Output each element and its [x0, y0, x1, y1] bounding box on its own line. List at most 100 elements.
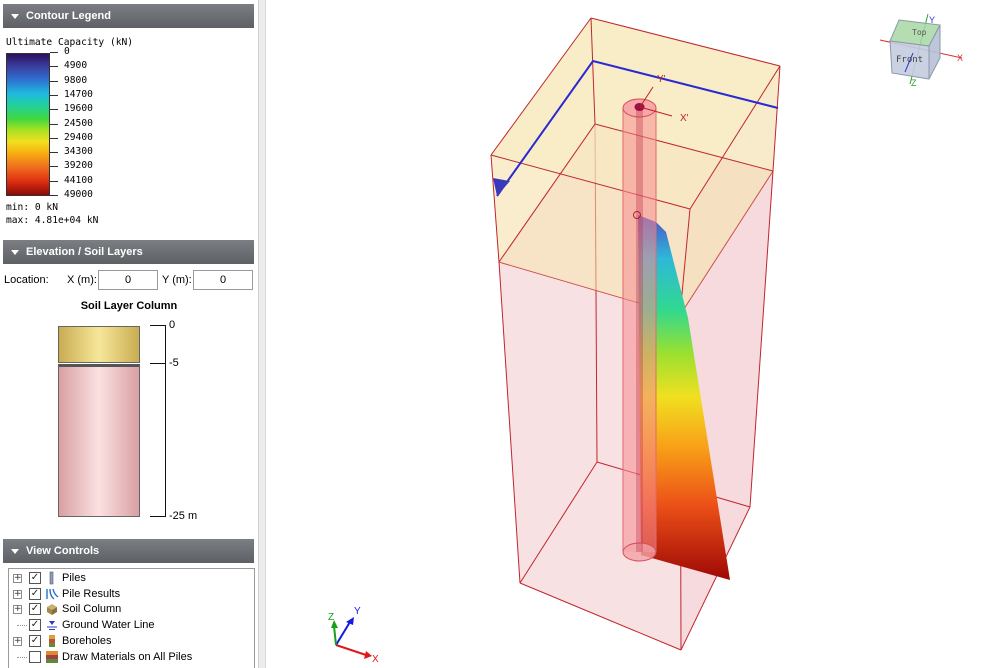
- pile[interactable]: [622, 98, 657, 562]
- panel-splitter[interactable]: [258, 0, 266, 668]
- soil-layer-column-title: Soil Layer Column: [80, 300, 178, 312]
- view-control-item[interactable]: + ✓ Pile Results: [9, 586, 254, 602]
- legend-tick-line: [50, 166, 58, 168]
- legend-ticks: 0 4900 9800 14700 19600 24500 29400 34300 39200 4…: [50, 46, 120, 200]
- legend-tick: 39200: [50, 160, 120, 173]
- legend-tick-line: [50, 137, 58, 139]
- legend-tick-label: 24500: [64, 117, 93, 129]
- legend-tick: 14700: [50, 88, 120, 102]
- view-cube[interactable]: Top Front X Y Z: [879, 13, 963, 88]
- soil-layer-2[interactable]: [58, 364, 140, 517]
- legend-tick-label: 39200: [64, 160, 93, 172]
- contour-legend-header[interactable]: Contour Legend: [3, 4, 254, 28]
- x-label: X (m):: [67, 274, 97, 286]
- legend-tick-line: [50, 80, 58, 82]
- view-control-item[interactable]: + ✓ Soil Column: [9, 601, 254, 617]
- view-control-item[interactable]: ✓ Ground Water Line: [9, 617, 254, 633]
- legend-tick-label: 19600: [64, 103, 93, 115]
- collapse-triangle-icon[interactable]: [11, 13, 19, 19]
- axis-triad: X Y Z: [328, 606, 379, 665]
- elevation-header-label: Elevation / Soil Layers: [26, 246, 143, 258]
- view-control-item[interactable]: + ✓ Piles: [9, 570, 254, 586]
- view-control-label: Piles: [62, 572, 86, 584]
- view-control-label: Boreholes: [62, 634, 112, 647]
- elevation-tick-label: -25 m: [169, 510, 198, 522]
- legend-tick: 4900: [50, 60, 120, 73]
- expand-plus-icon[interactable]: +: [13, 589, 22, 599]
- legend-tick: 44100: [50, 174, 120, 188]
- borehole-icon: [49, 634, 55, 647]
- tree-connector: [17, 625, 27, 627]
- legend-tick-label: 44100: [64, 174, 93, 186]
- left-panel: Contour Legend Ultimate Capacity (kN) 04…: [0, 0, 258, 668]
- legend-tick: 19600: [50, 103, 120, 116]
- collapse-triangle-icon[interactable]: [11, 548, 19, 554]
- legend-tick-label: 14700: [64, 88, 93, 100]
- collapse-triangle-icon[interactable]: [11, 249, 19, 255]
- elevation-tick: -25 m: [150, 510, 210, 523]
- elevation-header[interactable]: Elevation / Soil Layers: [3, 240, 254, 264]
- view-control-label: Draw Materials on All Piles: [62, 650, 193, 663]
- view-cube-front-label: Front: [896, 55, 923, 65]
- legend-tick-label: 4900: [64, 60, 88, 72]
- expand-plus-icon[interactable]: +: [13, 605, 22, 615]
- view-cube-top-label: Top: [912, 28, 927, 37]
- visibility-checkbox[interactable]: ✓: [29, 619, 41, 632]
- local-x-axis-label: X': [680, 113, 689, 124]
- expand-plus-icon[interactable]: +: [13, 636, 22, 646]
- model-view[interactable]: X' Y' X Y Z Top Front X Y Z: [266, 0, 1002, 668]
- legend-tick-label: 29400: [64, 131, 93, 143]
- pile-icon: [49, 571, 54, 585]
- triad-y-label: Y: [354, 606, 361, 617]
- y-input[interactable]: [193, 270, 253, 290]
- view-controls-tree: + ✓ Piles + ✓ Pile Results + ✓ Soil Column ✓ Groun…: [8, 568, 255, 668]
- legend-tick-line: [50, 52, 58, 53]
- legend-tick-label: 49000: [64, 189, 93, 200]
- contour-legend-header-label: Contour Legend: [26, 10, 111, 22]
- legend-min: min: 0 kN: [6, 202, 58, 213]
- expand-plus-icon[interactable]: +: [13, 574, 22, 583]
- visibility-checkbox[interactable]: ✓: [29, 587, 41, 600]
- y-label: Y (m):: [162, 274, 192, 286]
- tree-connector: [17, 656, 27, 658]
- visibility-checkbox[interactable]: ✓: [29, 603, 41, 616]
- legend-tick-label: 0: [64, 46, 70, 57]
- view-control-label: Soil Column: [62, 603, 122, 616]
- elevation-axis: 0 -5 -25 m: [150, 319, 210, 523]
- view-cube-x-label: X: [957, 53, 963, 63]
- legend-tick: 0: [50, 46, 120, 59]
- x-input[interactable]: [98, 270, 158, 290]
- legend-tick: 9800: [50, 75, 120, 88]
- legend-tick-line: [50, 152, 58, 154]
- pile-results-icon: [46, 588, 59, 600]
- view-controls-header-label: View Controls: [26, 545, 100, 557]
- visibility-checkbox[interactable]: ✓: [29, 634, 41, 647]
- elevation-tick: -5: [150, 357, 210, 370]
- visibility-checkbox[interactable]: [29, 650, 41, 663]
- local-y-axis-label: Y': [657, 74, 666, 85]
- legend-tick-line: [50, 94, 58, 96]
- view-cube-z-label: Z: [911, 78, 917, 88]
- view-control-label: Pile Results: [62, 587, 121, 600]
- visibility-checkbox[interactable]: ✓: [29, 572, 41, 584]
- view-control-item[interactable]: + ✓ Boreholes: [9, 633, 254, 649]
- view-control-item[interactable]: Draw Materials on All Piles: [9, 649, 254, 665]
- legend-tick-line: [50, 123, 58, 125]
- location-label: Location:: [4, 274, 49, 286]
- elevation-tick: 0: [150, 319, 210, 332]
- 3d-viewport[interactable]: X' Y' X Y Z Top Front X Y Z: [266, 0, 1002, 668]
- elevation-tick-label: -5: [169, 357, 179, 369]
- legend-color-bar: [6, 53, 50, 196]
- legend-tick: 34300: [50, 146, 120, 159]
- triad-z-label: Z: [328, 612, 334, 623]
- legend-tick-line: [50, 195, 58, 196]
- legend-tick-line: [50, 109, 58, 111]
- soil-layer-1[interactable]: [58, 326, 140, 363]
- legend-tick: 29400: [50, 131, 120, 145]
- elevation-tick-label: 0: [169, 319, 176, 331]
- view-controls-header[interactable]: View Controls: [3, 539, 254, 563]
- legend-tick-line: [50, 180, 58, 182]
- legend-tick-line: [50, 66, 58, 68]
- view-cube-y-label: Y: [929, 15, 935, 25]
- legend-tick-label: 34300: [64, 146, 93, 158]
